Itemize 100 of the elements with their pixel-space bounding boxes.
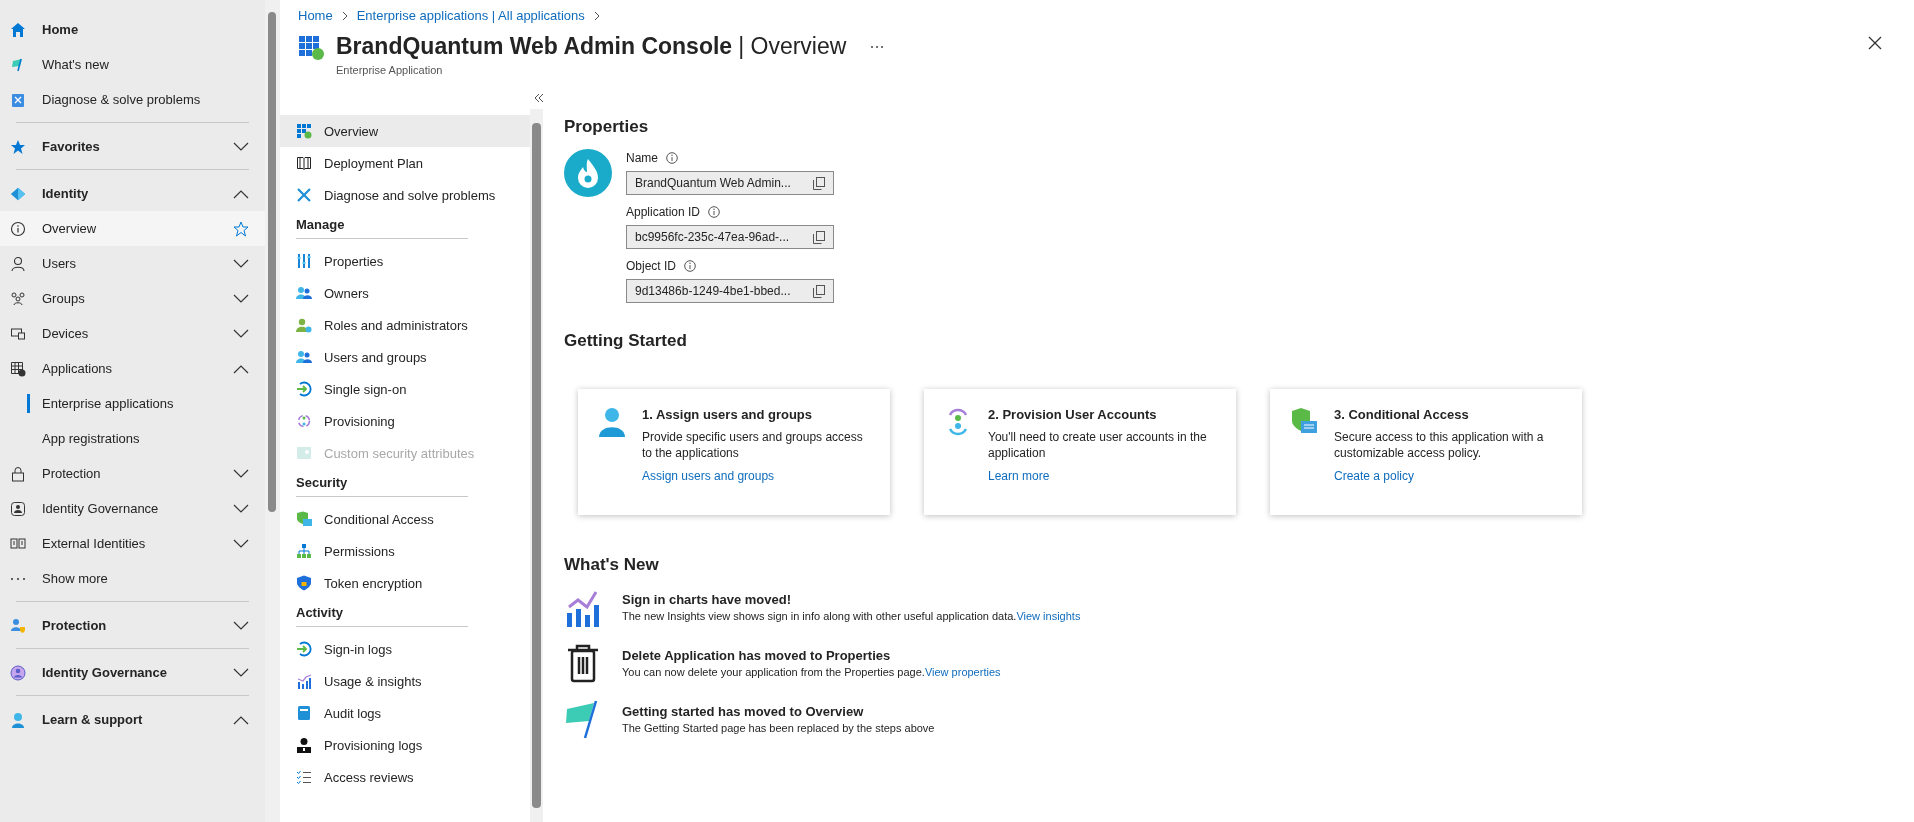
menu-item[interactable]: Permissions: [280, 535, 530, 567]
copy-icon[interactable]: [813, 230, 825, 244]
chevron-down-icon[interactable]: [233, 328, 249, 339]
read-only-field[interactable]: BrandQuantum Web Admin...: [626, 171, 834, 195]
close-icon[interactable]: [1868, 36, 1882, 50]
more-icon[interactable]: [870, 44, 885, 49]
chevron-up-icon[interactable]: [233, 714, 249, 725]
read-only-field[interactable]: bc9956fc-235c-47ea-96ad-...: [626, 225, 834, 249]
nav-item[interactable]: Protection: [0, 596, 265, 643]
person-icon: [598, 407, 626, 437]
person-icon: [296, 317, 312, 333]
nav-item[interactable]: Identity Governance: [0, 491, 265, 526]
document-icon: [296, 705, 312, 721]
nav-item[interactable]: Diagnose & solve problems: [0, 82, 265, 117]
nav-item[interactable]: Show more: [0, 561, 265, 596]
chevron-down-icon[interactable]: [233, 468, 249, 479]
star-outline-icon[interactable]: [233, 220, 249, 237]
collapse-icon[interactable]: [533, 93, 544, 103]
news-text: The Getting Started page has been replaced by the steps above: [622, 722, 935, 734]
grid-icon: [10, 360, 26, 377]
people-icon: [296, 349, 312, 365]
chevron-down-icon[interactable]: [233, 293, 249, 304]
chevron-up-icon[interactable]: [233, 188, 249, 199]
card-title: 1. Assign users and groups: [642, 407, 813, 422]
news-title: Sign in charts have moved!: [622, 592, 793, 607]
menu-item[interactable]: Users and groups: [280, 341, 530, 373]
book-icon: [296, 155, 312, 171]
field-label: Object ID: [626, 259, 676, 273]
menu-item[interactable]: Usage & insights: [280, 665, 530, 697]
news-link[interactable]: View properties: [924, 666, 1001, 678]
chevron-right-icon: [340, 10, 349, 21]
breadcrumb-link[interactable]: Home: [298, 8, 333, 23]
shield-icon: [296, 575, 312, 591]
section-heading: What's New: [564, 555, 660, 575]
scrollbar[interactable]: [530, 109, 543, 822]
cycle-icon: [296, 413, 312, 429]
bar-chart-icon: [296, 673, 312, 689]
nav-item[interactable]: Users: [0, 246, 265, 281]
news-link[interactable]: View insights: [1016, 610, 1081, 622]
info-icon: [684, 260, 696, 272]
chevron-down-icon[interactable]: [233, 258, 249, 269]
nav-item[interactable]: Learn & support: [0, 690, 265, 737]
nav-item[interactable]: External Identities: [0, 526, 265, 561]
info-icon: [666, 152, 678, 164]
copy-icon[interactable]: [813, 176, 825, 190]
menu-item[interactable]: Deployment Plan: [280, 147, 530, 179]
menu-item[interactable]: Diagnose and solve problems: [280, 179, 530, 211]
sliders-icon: [296, 253, 312, 269]
nav-item[interactable]: Devices: [0, 316, 265, 351]
nav-item[interactable]: Identity: [0, 164, 265, 211]
card-description: You'll need to create user accounts in the application: [988, 430, 1208, 462]
menu-item[interactable]: Single sign-on: [280, 373, 530, 405]
nav-item[interactable]: Identity Governance: [0, 643, 265, 690]
checklist-icon: [296, 769, 312, 785]
menu-item[interactable]: Access reviews: [280, 761, 530, 793]
resource-type: Enterprise Application: [336, 64, 444, 76]
star-icon: [10, 138, 26, 155]
breadcrumb-link[interactable]: Enterprise applications | All applications: [356, 8, 585, 23]
nav-item[interactable]: Applications: [0, 351, 265, 386]
nav-item[interactable]: Home: [0, 12, 265, 47]
nav-item[interactable]: Protection: [0, 456, 265, 491]
menu-item[interactable]: Properties: [280, 245, 530, 277]
badge-icon: [10, 500, 26, 517]
person-icon: [10, 711, 26, 728]
chevron-down-icon[interactable]: [233, 503, 249, 514]
nav-item[interactable]: Favorites: [0, 117, 265, 164]
hierarchy-icon: [296, 543, 312, 559]
menu-item[interactable]: Conditional Access: [280, 503, 530, 535]
card-title: 2. Provision User Accounts: [988, 407, 1158, 422]
menu-item[interactable]: Sign-in logs: [280, 633, 530, 665]
card-link[interactable]: Learn more: [988, 469, 1050, 484]
scrollbar[interactable]: [265, 0, 280, 822]
menu-item[interactable]: Roles and administrators: [280, 309, 530, 341]
menu-item[interactable]: Audit logs: [280, 697, 530, 729]
menu-item[interactable]: Provisioning: [280, 405, 530, 437]
chevron-down-icon[interactable]: [233, 620, 249, 631]
nav-item[interactable]: Overview: [0, 211, 265, 246]
nav-item[interactable]: Groups: [0, 281, 265, 316]
chevron-up-icon[interactable]: [233, 363, 249, 374]
chevron-right-icon: [592, 10, 601, 21]
menu-item[interactable]: Provisioning logs: [280, 729, 530, 761]
nav-item[interactable]: What's new: [0, 47, 265, 82]
menu-section-heading: Manage: [296, 217, 468, 239]
chevron-down-icon[interactable]: [233, 538, 249, 549]
card-link[interactable]: Create a policy: [1334, 469, 1415, 484]
menu-section-heading: Security: [296, 475, 468, 497]
nav-item[interactable]: App registrations: [0, 421, 265, 456]
nav-item[interactable]: Enterprise applications: [0, 386, 265, 421]
section-heading: Properties: [564, 117, 650, 137]
flame-logo-icon: [564, 149, 612, 197]
chevron-down-icon[interactable]: [233, 667, 249, 678]
card-link[interactable]: Assign users and groups: [642, 469, 775, 484]
menu-item[interactable]: Token encryption: [280, 567, 530, 599]
chevron-down-icon[interactable]: [233, 141, 249, 152]
page-subtitle: | Overview: [738, 33, 847, 60]
menu-item[interactable]: Owners: [280, 277, 530, 309]
copy-icon[interactable]: [813, 284, 825, 298]
card-description: Provide specific users and groups access to the applications: [642, 430, 864, 462]
read-only-field[interactable]: 9d13486b-1249-4be1-bbed...: [626, 279, 834, 303]
menu-item[interactable]: Overview: [280, 115, 530, 147]
